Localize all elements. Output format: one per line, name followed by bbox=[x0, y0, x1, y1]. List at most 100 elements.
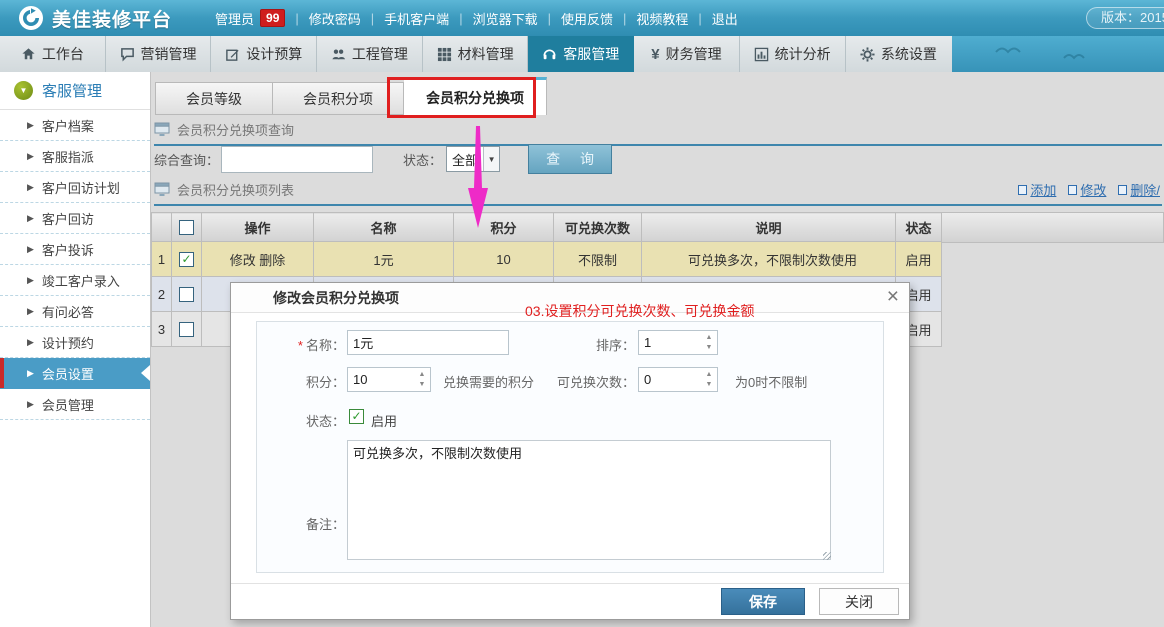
status-checkbox[interactable] bbox=[349, 409, 364, 424]
select-all-header bbox=[172, 213, 202, 242]
search-row: 综合查询： 状态： 全部 ▼ 查 询 bbox=[154, 144, 612, 174]
collapse-icon[interactable]: ▼ bbox=[14, 81, 33, 100]
spinner-arrows-icon[interactable]: ▲▼ bbox=[701, 368, 717, 391]
sidebar-item-member-management[interactable]: ▶会员管理 bbox=[0, 389, 150, 420]
modify-icon bbox=[1068, 185, 1077, 195]
menu-change-password[interactable]: 修改密码 bbox=[299, 9, 371, 28]
modal-footer: 保存 关闭 bbox=[231, 583, 909, 619]
points-spinner[interactable]: 10 ▲▼ bbox=[347, 367, 431, 392]
close-button[interactable]: 关闭 bbox=[819, 588, 899, 615]
row-checkbox[interactable] bbox=[179, 322, 194, 337]
sidebar-item-label: 客户投诉 bbox=[42, 240, 94, 259]
close-icon[interactable]: × bbox=[887, 285, 899, 309]
resize-grip-icon[interactable] bbox=[823, 552, 831, 560]
save-button-label: 保存 bbox=[749, 592, 777, 612]
sidebar-item-return-visit-plan[interactable]: ▶ 客户回访计划 bbox=[0, 172, 150, 203]
times-hint: 为0时不限制 bbox=[735, 372, 807, 391]
table-row[interactable]: 1 修改 删除 1元 10 不限制 可兑换多次，不限制次数使用 启用 bbox=[152, 242, 942, 277]
sidebar-item-service-assign[interactable]: ▶客服指派 bbox=[0, 141, 150, 172]
nav-tab-label: 材料管理 bbox=[458, 44, 514, 64]
tab-label: 会员积分兑换项 bbox=[426, 88, 524, 108]
sidebar-header-customer-service[interactable]: ▼ 客服管理 bbox=[0, 72, 150, 110]
sort-spinner[interactable]: 1 ▲▼ bbox=[638, 330, 718, 355]
row-number: 3 bbox=[152, 312, 172, 347]
sidebar-item-qa[interactable]: ▶有问必答 bbox=[0, 296, 150, 327]
table-header-row: 操作 名称 积分 可兑换次数 说明 状态 bbox=[152, 213, 942, 242]
select-all-checkbox[interactable] bbox=[179, 220, 194, 235]
nav-tab-workbench[interactable]: 工作台 bbox=[0, 36, 106, 72]
sidebar-item-label: 客户档案 bbox=[42, 116, 94, 135]
cell-times: 不限制 bbox=[554, 242, 642, 277]
sidebar-item-complaints[interactable]: ▶ 客户投诉 bbox=[0, 234, 150, 265]
col-description: 说明 bbox=[642, 213, 896, 242]
cell-name: 1元 bbox=[314, 242, 454, 277]
query-section-title: 会员积分兑换项查询 bbox=[177, 120, 294, 139]
remark-textarea[interactable]: 可兑换多次，不限制次数使用 bbox=[347, 440, 831, 560]
nav-tab-design-budget[interactable]: 设计预算 bbox=[211, 36, 317, 72]
triangle-icon: ▶ bbox=[27, 337, 34, 348]
nav-tab-label: 财务管理 bbox=[666, 44, 722, 64]
save-button[interactable]: 保存 bbox=[721, 588, 805, 615]
triangle-icon: ▶ bbox=[27, 244, 34, 255]
triangle-icon: ▶ bbox=[27, 120, 34, 131]
sidebar-item-customer-files[interactable]: ▶ 客户档案 bbox=[0, 110, 150, 141]
combined-query-input[interactable] bbox=[221, 146, 373, 173]
delete-icon bbox=[1118, 185, 1127, 195]
nav-tabs-strip: 工作台 营销管理 设计预算 工程管理 材料管理 客服管理 bbox=[0, 36, 952, 72]
required-mark: * bbox=[298, 338, 303, 353]
tab-member-points-exchange[interactable]: 会员积分兑换项 bbox=[404, 77, 547, 115]
status-select[interactable]: 全部 ▼ bbox=[446, 146, 500, 172]
tab-member-points[interactable]: 会员积分项 bbox=[273, 82, 404, 115]
sidebar-item-design-appointment[interactable]: ▶ 设计预约 bbox=[0, 327, 150, 358]
times-spinner[interactable]: 0 ▲▼ bbox=[638, 367, 718, 392]
nav-tab-materials[interactable]: 材料管理 bbox=[423, 36, 529, 72]
query-button[interactable]: 查 询 bbox=[528, 144, 612, 174]
nav-tab-customer-service[interactable]: 客服管理 bbox=[528, 36, 634, 72]
close-button-label: 关闭 bbox=[845, 592, 873, 612]
name-input[interactable] bbox=[347, 330, 509, 355]
points-value: 10 bbox=[348, 368, 414, 391]
home-icon bbox=[21, 47, 36, 62]
row-number: 1 bbox=[152, 242, 172, 277]
row-operation-links[interactable]: 修改 删除 bbox=[202, 242, 314, 277]
nav-tab-system-settings[interactable]: 系统设置 bbox=[846, 36, 952, 72]
add-link[interactable]: 添加 bbox=[1018, 180, 1056, 199]
nav-tab-label: 工作台 bbox=[42, 44, 84, 64]
version-badge: 版本：2015 bbox=[1086, 7, 1164, 29]
menu-browser-download[interactable]: 浏览器下载 bbox=[463, 9, 548, 28]
gear-icon bbox=[860, 47, 875, 62]
menu-mobile-client[interactable]: 手机客户端 bbox=[374, 9, 459, 28]
nav-tab-finance[interactable]: ¥ 财务管理 bbox=[634, 36, 740, 72]
spinner-arrows-icon[interactable]: ▲▼ bbox=[701, 331, 717, 354]
row-checkbox[interactable] bbox=[179, 287, 194, 302]
people-icon bbox=[331, 47, 346, 62]
sidebar-item-return-visit[interactable]: ▶客户回访 bbox=[0, 203, 150, 234]
menu-admin[interactable]: 管理员 99 bbox=[205, 9, 295, 28]
spinner-arrows-icon[interactable]: ▲▼ bbox=[414, 368, 430, 391]
menu-feedback[interactable]: 使用反馈 bbox=[551, 9, 623, 28]
sidebar-item-member-settings[interactable]: ▶会员设置 bbox=[0, 358, 150, 389]
row-checkbox[interactable] bbox=[179, 252, 194, 267]
combined-query-label: 综合查询： bbox=[154, 150, 219, 169]
logo-icon bbox=[18, 5, 44, 31]
top-header-bar: 美佳装修平台 管理员 99 | 修改密码 | 手机客户端 | 浏览器下载 | 使… bbox=[0, 0, 1164, 36]
menu-video-tutorial[interactable]: 视频教程 bbox=[626, 9, 698, 28]
sidebar-item-label: 客户回访计划 bbox=[42, 178, 120, 197]
nav-tab-label: 设计预算 bbox=[246, 44, 302, 64]
nav-tab-engineering[interactable]: 工程管理 bbox=[317, 36, 423, 72]
triangle-icon: ▶ bbox=[27, 182, 34, 193]
sidebar-item-completed-customer-entry[interactable]: ▶竣工客户录入 bbox=[0, 265, 150, 296]
modify-link[interactable]: 修改 bbox=[1068, 180, 1106, 199]
status-label: 状态： bbox=[403, 150, 442, 169]
modal-title: 修改会员积分兑换项 bbox=[273, 288, 399, 308]
sidebar-item-label: 设计预约 bbox=[42, 333, 94, 352]
triangle-icon: ▶ bbox=[27, 399, 34, 410]
notification-badge[interactable]: 99 bbox=[260, 9, 285, 27]
delete-link[interactable]: 删除/ bbox=[1118, 180, 1160, 199]
chevron-down-icon[interactable]: ▼ bbox=[483, 147, 499, 171]
menu-logout[interactable]: 退出 bbox=[702, 9, 748, 28]
nav-tab-statistics[interactable]: 统计分析 bbox=[740, 36, 846, 72]
nav-tab-marketing[interactable]: 营销管理 bbox=[106, 36, 212, 72]
sort-field-label: 排序： bbox=[547, 335, 635, 354]
tab-member-level[interactable]: 会员等级 bbox=[155, 82, 273, 115]
